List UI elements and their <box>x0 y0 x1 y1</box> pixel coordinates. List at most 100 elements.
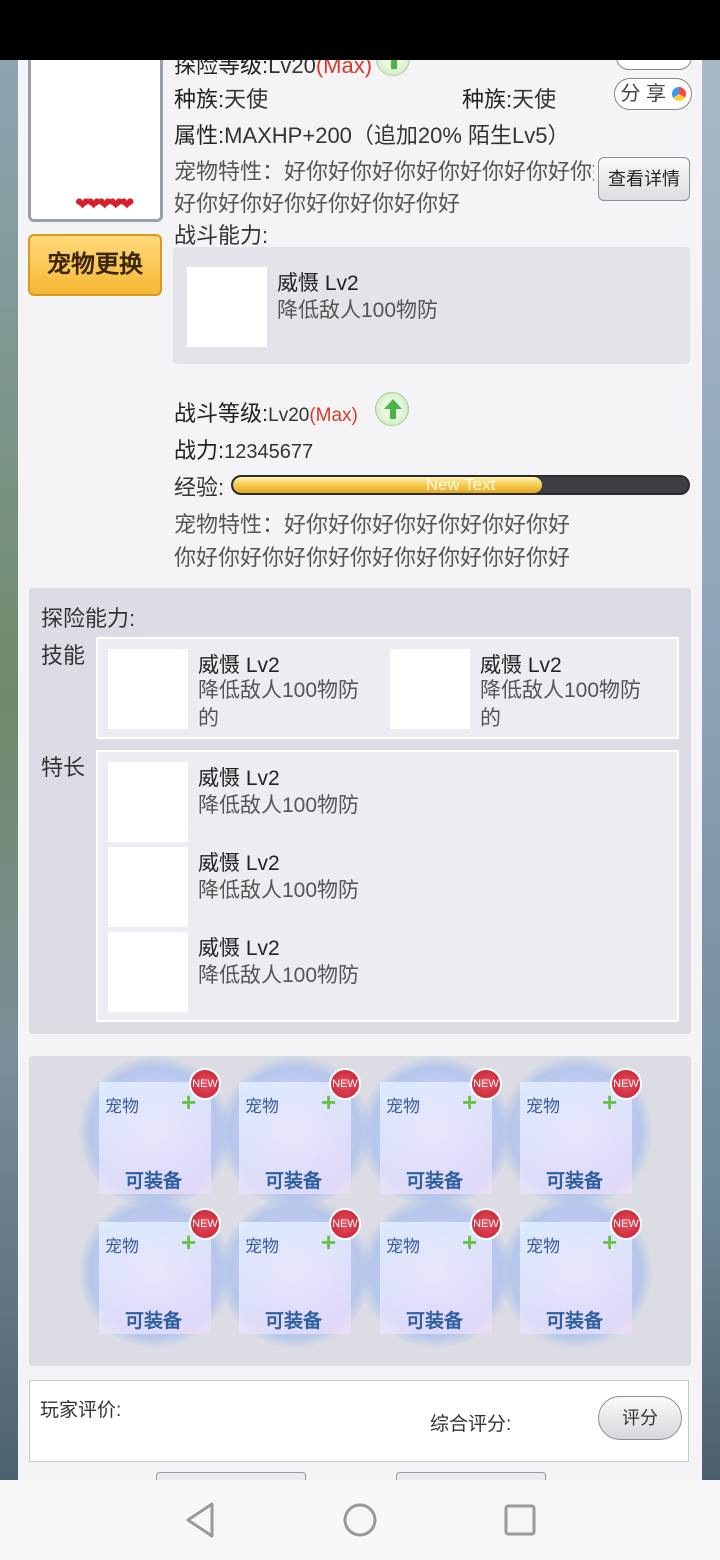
share-icon <box>671 87 686 101</box>
slot-status: 可装备 <box>546 1311 604 1332</box>
player-evaluation-label: 玩家评价: <box>40 1400 122 1421</box>
equip-slot-8[interactable]: 宠物 + NEW 可装备 <box>500 1196 652 1348</box>
battle-level-value: Lv20 <box>268 405 310 426</box>
slot-label: 宠物 <box>105 1097 139 1116</box>
race-label: 种族: <box>174 87 225 112</box>
adventure-ability-section: 探险能力: 技能 威慑 Lv2 降低敌人100物防的 威慑 Lv2 降低敌人10… <box>29 588 691 1034</box>
player-evaluation-box: 玩家评价: 综合评分: <box>29 1380 689 1462</box>
adventure-level-max: (Max) <box>315 60 373 78</box>
specialty-label: 特长 <box>41 755 86 780</box>
status-bar <box>0 0 720 60</box>
new-badge: NEW <box>189 1068 221 1100</box>
power-row: 战力:12345677 <box>174 433 313 465</box>
change-pet-button[interactable]: 宠物更换 <box>28 234 162 296</box>
new-badge: NEW <box>610 1068 642 1100</box>
battle-level-max: (Max) <box>309 405 358 426</box>
new-badge: NEW <box>470 1068 502 1100</box>
adventure-skill-desc-2: 降低敌人100物防的 <box>480 679 642 730</box>
power-label: 战力: <box>174 438 225 463</box>
share-label: 分 享 <box>620 83 666 105</box>
affection-hearts: ❤❤❤❤❤ <box>75 194 134 214</box>
equip-slot-4[interactable]: 宠物 + NEW 可装备 <box>500 1056 652 1208</box>
new-badge: NEW <box>329 1208 361 1240</box>
adventure-skills-box: 威慑 Lv2 降低敌人100物防的 威慑 Lv2 降低敌人100物防的 <box>96 637 679 739</box>
slot-status: 可装备 <box>406 1171 464 1192</box>
equip-slot-7[interactable]: 宠物 + NEW 可装备 <box>360 1196 512 1348</box>
equip-slot-2[interactable]: 宠物 + NEW 可装备 <box>219 1056 371 1208</box>
adventure-level-label: 探险等级: <box>174 60 269 78</box>
equip-slot-3[interactable]: 宠物 + NEW 可装备 <box>360 1056 512 1208</box>
specialty-name-2: 威慑 Lv2 <box>198 852 280 875</box>
adventure-skill-icon-2[interactable] <box>390 649 470 729</box>
slot-status: 可装备 <box>125 1311 183 1332</box>
specialty-desc-3: 降低敌人100物防 <box>198 964 360 987</box>
slot-label: 宠物 <box>526 1237 560 1256</box>
skill-description: 降低敌人100物防 <box>277 299 439 322</box>
adventure-specialty-box: 威慑 Lv2 降低敌人100物防 威慑 Lv2 降低敌人100物防 威慑 Lv2… <box>96 750 679 1022</box>
recents-icon[interactable] <box>480 1480 560 1560</box>
race-value: 天使 <box>224 87 269 112</box>
slot-label: 宠物 <box>245 1097 279 1116</box>
adventure-skill-desc-1: 降低敌人100物防的 <box>198 679 360 730</box>
slot-status: 可装备 <box>406 1311 464 1332</box>
battle-ability-heading: 战斗能力: <box>174 223 269 248</box>
equip-slot-6[interactable]: 宠物 + NEW 可装备 <box>219 1196 371 1348</box>
slot-label: 宠物 <box>245 1237 279 1256</box>
view-details-button[interactable]: 查看详情 <box>598 157 690 201</box>
new-badge: NEW <box>189 1208 221 1240</box>
race-row-1: 种族:天使 <box>174 82 268 114</box>
home-icon[interactable] <box>320 1480 400 1560</box>
share-button[interactable]: 分 享 <box>614 78 692 110</box>
overall-score-label: 综合评分: <box>430 1414 512 1435</box>
adventure-skill-icon-1[interactable] <box>108 649 188 729</box>
slot-label: 宠物 <box>386 1237 420 1256</box>
adventure-skill-name-1: 威慑 Lv2 <box>198 654 280 677</box>
rate-button[interactable]: 评分 <box>598 1396 682 1440</box>
battle-level-label: 战斗等级: <box>174 401 269 426</box>
new-badge: NEW <box>610 1208 642 1240</box>
pet-trait-line-1: 宠物特性：好你好你好你好你好你好你好你好 <box>174 159 594 184</box>
system-navigation-bar <box>0 1480 720 1560</box>
skills-label: 技能 <box>41 643 86 668</box>
pet-trait-line-2: 好你好你好你好你好你好你好 <box>174 191 461 216</box>
race-label-2: 种族: <box>462 87 513 112</box>
battle-trait-line-2: 你好你好你好你好你好你好你好你好你好 <box>174 545 571 570</box>
attribute-value: MAXHP+200（追加20% 陌生Lv5） <box>224 123 570 148</box>
source-button[interactable] <box>616 60 692 70</box>
adventure-level-value: Lv20 <box>268 60 316 78</box>
battle-level-up-arrow-icon[interactable] <box>375 392 409 426</box>
battle-skill-box: 威慑 Lv2 降低敌人100物防 <box>173 247 690 364</box>
slot-status: 可装备 <box>546 1171 604 1192</box>
power-value: 12345677 <box>224 441 314 463</box>
race-value-2: 天使 <box>512 87 557 112</box>
new-badge: NEW <box>329 1068 361 1100</box>
new-badge: NEW <box>470 1208 502 1240</box>
specialty-icon-2[interactable] <box>108 847 188 927</box>
pet-portrait: ❤❤❤❤❤ <box>28 60 163 222</box>
exp-label: 经验: <box>174 475 225 500</box>
battle-level-row: 战斗等级:Lv20(Max) <box>174 396 358 428</box>
slot-status: 可装备 <box>265 1171 323 1192</box>
adventure-level-row: 探险等级:Lv20(Max) <box>174 60 372 80</box>
specialty-desc-2: 降低敌人100物防 <box>198 879 360 902</box>
equip-slot-grid: 宠物 + NEW 可装备 宠物 + NEW 可装备 宠物 + NEW 可装备 宠… <box>29 1056 691 1366</box>
back-icon[interactable] <box>160 1480 240 1560</box>
equip-slot-1[interactable]: 宠物 + NEW 可装备 <box>79 1056 231 1208</box>
specialty-name-3: 威慑 Lv2 <box>198 937 280 960</box>
pet-info-panel: ❤❤❤❤❤ 宠物更换 探险等级:Lv20(Max) 种族:天使 种族:天使 分 … <box>18 60 702 1480</box>
level-up-arrow-icon[interactable] <box>376 60 410 76</box>
skill-name: 威慑 Lv2 <box>277 272 359 295</box>
specialty-icon-3[interactable] <box>108 932 188 1012</box>
slot-label: 宠物 <box>526 1097 560 1116</box>
exp-bar-text: New Text <box>425 475 496 494</box>
attribute-label: 属性: <box>174 123 225 148</box>
skill-icon[interactable] <box>187 267 267 347</box>
equip-slot-5[interactable]: 宠物 + NEW 可装备 <box>79 1196 231 1348</box>
exp-bar: New Text <box>231 475 690 495</box>
specialty-icon-1[interactable] <box>108 762 188 842</box>
slot-label: 宠物 <box>105 1237 139 1256</box>
attribute-row: 属性:MAXHP+200（追加20% 陌生Lv5） <box>174 118 570 150</box>
background-left <box>0 60 20 1480</box>
adventure-skill-name-2: 威慑 Lv2 <box>480 654 562 677</box>
adventure-ability-heading: 探险能力: <box>41 606 136 631</box>
